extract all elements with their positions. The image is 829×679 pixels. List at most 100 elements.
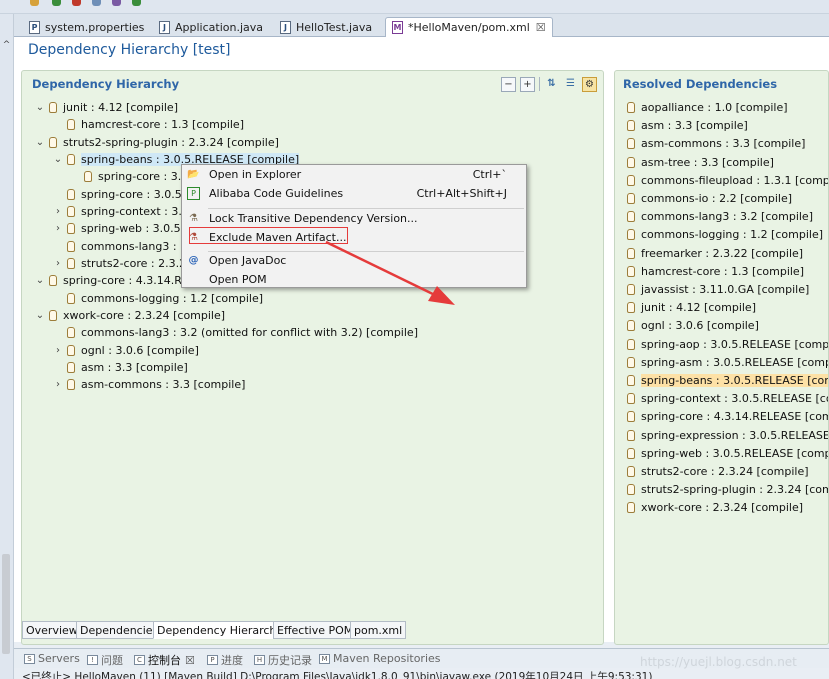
toolbar-icon[interactable] bbox=[92, 0, 101, 6]
tree-node-label: spring-web : 3.0.5. bbox=[81, 221, 185, 235]
list-item[interactable]: spring-core : 4.3.14.RELEASE [compile] bbox=[627, 408, 828, 424]
menu-item-lock-transitive-dependency[interactable]: ⚗ Lock Transitive Dependency Version... bbox=[182, 209, 526, 228]
collapse-all-icon[interactable]: − bbox=[501, 76, 516, 92]
tree-node[interactable]: › ognl : 3.0.6 [compile] bbox=[52, 342, 199, 358]
list-item[interactable]: spring-context : 3.0.5.RELEASE [compile] bbox=[627, 390, 828, 406]
list-item[interactable]: asm-commons : 3.3 [compile] bbox=[627, 135, 805, 151]
tab-label: 问题 bbox=[101, 654, 123, 667]
list-item[interactable]: spring-aop : 3.0.5.RELEASE [compile] bbox=[627, 336, 828, 352]
tab-hellotest-java[interactable]: J HelloTest.java bbox=[273, 17, 379, 37]
tab-progress[interactable]: P 进度 bbox=[207, 652, 243, 668]
list-item[interactable]: commons-logging : 1.2 [compile] bbox=[627, 226, 823, 242]
collapse-chevron-icon[interactable]: › bbox=[52, 379, 64, 390]
tree-node[interactable]: commons-lang3 : 3.2 (omitted for conflic… bbox=[52, 324, 418, 340]
list-item[interactable]: spring-beans : 3.0.5.RELEASE [compile] bbox=[627, 372, 828, 388]
tab-label: Servers bbox=[38, 652, 80, 665]
tree-node[interactable]: hamcrest-core : 1.3 [compile] bbox=[52, 116, 244, 132]
list-item[interactable]: javassist : 3.11.0.GA [compile] bbox=[627, 281, 809, 297]
list-item-label: junit : 4.12 [compile] bbox=[641, 300, 756, 314]
progress-icon: P bbox=[207, 655, 218, 665]
toolbar-icon[interactable] bbox=[132, 0, 141, 6]
list-item[interactable]: commons-io : 2.2 [compile] bbox=[627, 190, 792, 206]
list-item[interactable]: commons-lang3 : 3.2 [compile] bbox=[627, 208, 813, 224]
tree-node[interactable]: spring-core : 3. bbox=[69, 168, 181, 184]
tab-maven-repositories[interactable]: M Maven Repositories bbox=[319, 652, 441, 665]
menu-item-open-pom[interactable]: Open POM bbox=[182, 270, 526, 289]
tree-node[interactable]: › spring-context : 3. bbox=[52, 203, 182, 219]
list-item[interactable]: asm : 3.3 [compile] bbox=[627, 117, 748, 133]
list-item[interactable]: hamcrest-core : 1.3 [compile] bbox=[627, 263, 804, 279]
list-item[interactable]: struts2-spring-plugin : 2.3.24 [compile] bbox=[627, 481, 828, 497]
tree-node[interactable]: ⌄ spring-core : 4.3.14.RI bbox=[34, 272, 185, 288]
expand-all-icon[interactable]: + bbox=[520, 76, 535, 92]
list-item[interactable]: ognl : 3.0.6 [compile] bbox=[627, 317, 759, 333]
tab-servers[interactable]: S Servers bbox=[24, 652, 80, 665]
expand-chevron-icon[interactable]: ⌄ bbox=[52, 154, 64, 165]
show-group-id-icon[interactable]: ☰ bbox=[563, 77, 578, 92]
tree-node[interactable]: ⌄ junit : 4.12 [compile] bbox=[34, 99, 178, 115]
tree-node[interactable]: asm : 3.3 [compile] bbox=[52, 359, 188, 375]
tree-node[interactable]: spring-core : 3.0.5 bbox=[52, 186, 182, 202]
tab-pom-xml-source[interactable]: pom.xml bbox=[350, 621, 407, 639]
jar-icon bbox=[67, 188, 75, 200]
top-toolbar bbox=[0, 0, 829, 14]
tree-node[interactable]: › asm-commons : 3.3 [compile] bbox=[52, 376, 245, 392]
scrollbar[interactable] bbox=[2, 554, 10, 654]
tab-problems[interactable]: ! 问题 bbox=[87, 652, 123, 668]
list-item[interactable]: commons-fileupload : 1.3.1 [compile] bbox=[627, 172, 828, 188]
tree-node[interactable]: › spring-web : 3.0.5. bbox=[52, 220, 184, 236]
expand-chevron-icon[interactable]: ⌄ bbox=[34, 275, 46, 286]
toolbar-icon[interactable] bbox=[72, 0, 81, 6]
collapse-chevron-icon[interactable]: › bbox=[52, 206, 64, 217]
list-item[interactable]: aopalliance : 1.0 [compile] bbox=[627, 99, 788, 115]
collapse-chevron-icon[interactable]: › bbox=[52, 223, 64, 234]
menu-item-open-in-explorer[interactable]: 📂 Open in Explorer Ctrl+` bbox=[182, 165, 526, 184]
list-item-label: spring-expression : 3.0.5.RELEASE [compi… bbox=[641, 428, 829, 442]
tab-overview[interactable]: Overview bbox=[22, 621, 82, 639]
tree-node[interactable]: commons-logging : 1.2 [compile] bbox=[52, 290, 263, 306]
tab-history[interactable]: H 历史记录 bbox=[254, 652, 312, 668]
close-icon[interactable]: ☒ bbox=[185, 654, 195, 667]
close-icon[interactable]: ☒ bbox=[536, 21, 546, 34]
menu-item-label: Open JavaDoc bbox=[209, 254, 287, 267]
list-item[interactable]: freemarker : 2.3.22 [compile] bbox=[627, 245, 803, 261]
tree-node[interactable]: ⌄ struts2-spring-plugin : 2.3.24 [compile… bbox=[34, 134, 279, 150]
sort-icon[interactable]: ⇅ bbox=[544, 77, 559, 92]
collapse-chevron-icon[interactable]: › bbox=[52, 258, 64, 269]
problems-icon: ! bbox=[87, 655, 98, 665]
tab-effective-pom[interactable]: Effective POM bbox=[273, 621, 358, 639]
maven-repositories-icon: M bbox=[319, 653, 330, 664]
tab-console[interactable]: C 控制台 ☒ bbox=[134, 652, 195, 668]
tab-dependency-hierarchy[interactable]: Dependency Hierarchy bbox=[153, 621, 287, 639]
toolbar-icon[interactable] bbox=[112, 0, 121, 6]
menu-item-alibaba-code-guidelines[interactable]: P Alibaba Code Guidelines Ctrl+Alt+Shift… bbox=[182, 184, 526, 203]
list-item[interactable]: spring-web : 3.0.5.RELEASE [compile] bbox=[627, 445, 828, 461]
list-item[interactable]: xwork-core : 2.3.24 [compile] bbox=[627, 499, 803, 515]
toolbar-icon[interactable] bbox=[30, 0, 39, 6]
tab-application-java[interactable]: J Application.java bbox=[152, 17, 270, 37]
tree-node[interactable]: commons-lang3 : : bbox=[52, 238, 184, 254]
filter-icon[interactable]: ⚙ bbox=[582, 76, 597, 92]
jar-icon bbox=[627, 301, 635, 313]
menu-item-label: Lock Transitive Dependency Version... bbox=[209, 212, 418, 225]
tree-node[interactable]: › struts2-core : 2.3.2 bbox=[52, 255, 186, 271]
expand-chevron-icon[interactable]: ⌄ bbox=[34, 310, 46, 321]
toolbar-icon[interactable] bbox=[52, 0, 61, 6]
expand-chevron-icon[interactable]: ⌄ bbox=[34, 102, 46, 113]
list-item[interactable]: asm-tree : 3.3 [compile] bbox=[627, 154, 774, 170]
pane-toolbar: − + ⇅ ☰ ⚙ bbox=[497, 76, 597, 92]
expand-chevron-icon[interactable]: ⌄ bbox=[34, 137, 46, 148]
list-item[interactable]: spring-asm : 3.0.5.RELEASE [compile] bbox=[627, 354, 828, 370]
list-item[interactable]: struts2-core : 2.3.24 [compile] bbox=[627, 463, 809, 479]
jar-icon bbox=[627, 374, 635, 386]
restore-icon[interactable]: ^ bbox=[1, 40, 12, 51]
tab-pom-xml[interactable]: M *HelloMaven/pom.xml ☒ bbox=[385, 17, 553, 37]
collapse-chevron-icon[interactable]: › bbox=[52, 345, 64, 356]
tab-dependencies[interactable]: Dependencies bbox=[76, 621, 163, 639]
list-item[interactable]: junit : 4.12 [compile] bbox=[627, 299, 756, 315]
list-item-label: freemarker : 2.3.22 [compile] bbox=[641, 246, 804, 260]
tree-node[interactable]: ⌄ xwork-core : 2.3.24 [compile] bbox=[34, 307, 225, 323]
list-item[interactable]: spring-expression : 3.0.5.RELEASE [compi… bbox=[627, 427, 829, 443]
tab-system-properties[interactable]: P system.properties bbox=[22, 17, 151, 37]
menu-item-open-javadoc[interactable]: @ Open JavaDoc bbox=[182, 251, 526, 270]
